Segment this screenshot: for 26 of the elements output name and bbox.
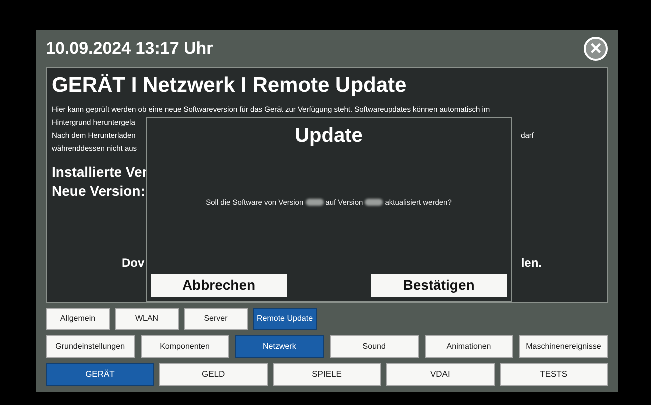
download-text: len. bbox=[521, 255, 542, 272]
tab[interactable]: Maschinenereignisse bbox=[519, 335, 608, 358]
tab[interactable]: Allgemein bbox=[46, 308, 110, 330]
redaction-blur-icon bbox=[306, 199, 324, 206]
new-version-label: Neue Version: bbox=[52, 182, 146, 201]
dialog-button[interactable]: Bestätigen bbox=[371, 274, 507, 297]
tab[interactable]: Server bbox=[184, 308, 248, 330]
redaction-blur-icon bbox=[365, 199, 384, 206]
tab[interactable]: Sound bbox=[330, 335, 419, 358]
tab[interactable]: TESTS bbox=[500, 363, 608, 386]
installed-version-label: Installierte Ver bbox=[52, 163, 148, 182]
tab[interactable]: Grundeinstellungen bbox=[46, 335, 135, 358]
tab[interactable]: WLAN bbox=[115, 308, 179, 330]
tab[interactable]: Remote Update bbox=[253, 308, 317, 330]
dialog-button[interactable]: Abbrechen bbox=[151, 274, 287, 297]
tab[interactable]: SPIELE bbox=[272, 363, 382, 386]
page-title: GERÄT I Netzwerk I Remote Update bbox=[52, 73, 408, 99]
tab[interactable]: GELD bbox=[159, 363, 268, 386]
download-text: Dov bbox=[122, 255, 145, 272]
tab[interactable]: VDAI bbox=[386, 363, 495, 386]
tab[interactable]: Netzwerk bbox=[235, 335, 324, 358]
datetime-label: 10.09.2024 13:17 Uhr bbox=[46, 38, 214, 60]
tab[interactable]: Animationen bbox=[424, 335, 514, 358]
tab[interactable]: GERÄT bbox=[46, 363, 154, 386]
tab[interactable]: Komponenten bbox=[140, 335, 230, 358]
dialog-title: Update bbox=[295, 124, 363, 149]
